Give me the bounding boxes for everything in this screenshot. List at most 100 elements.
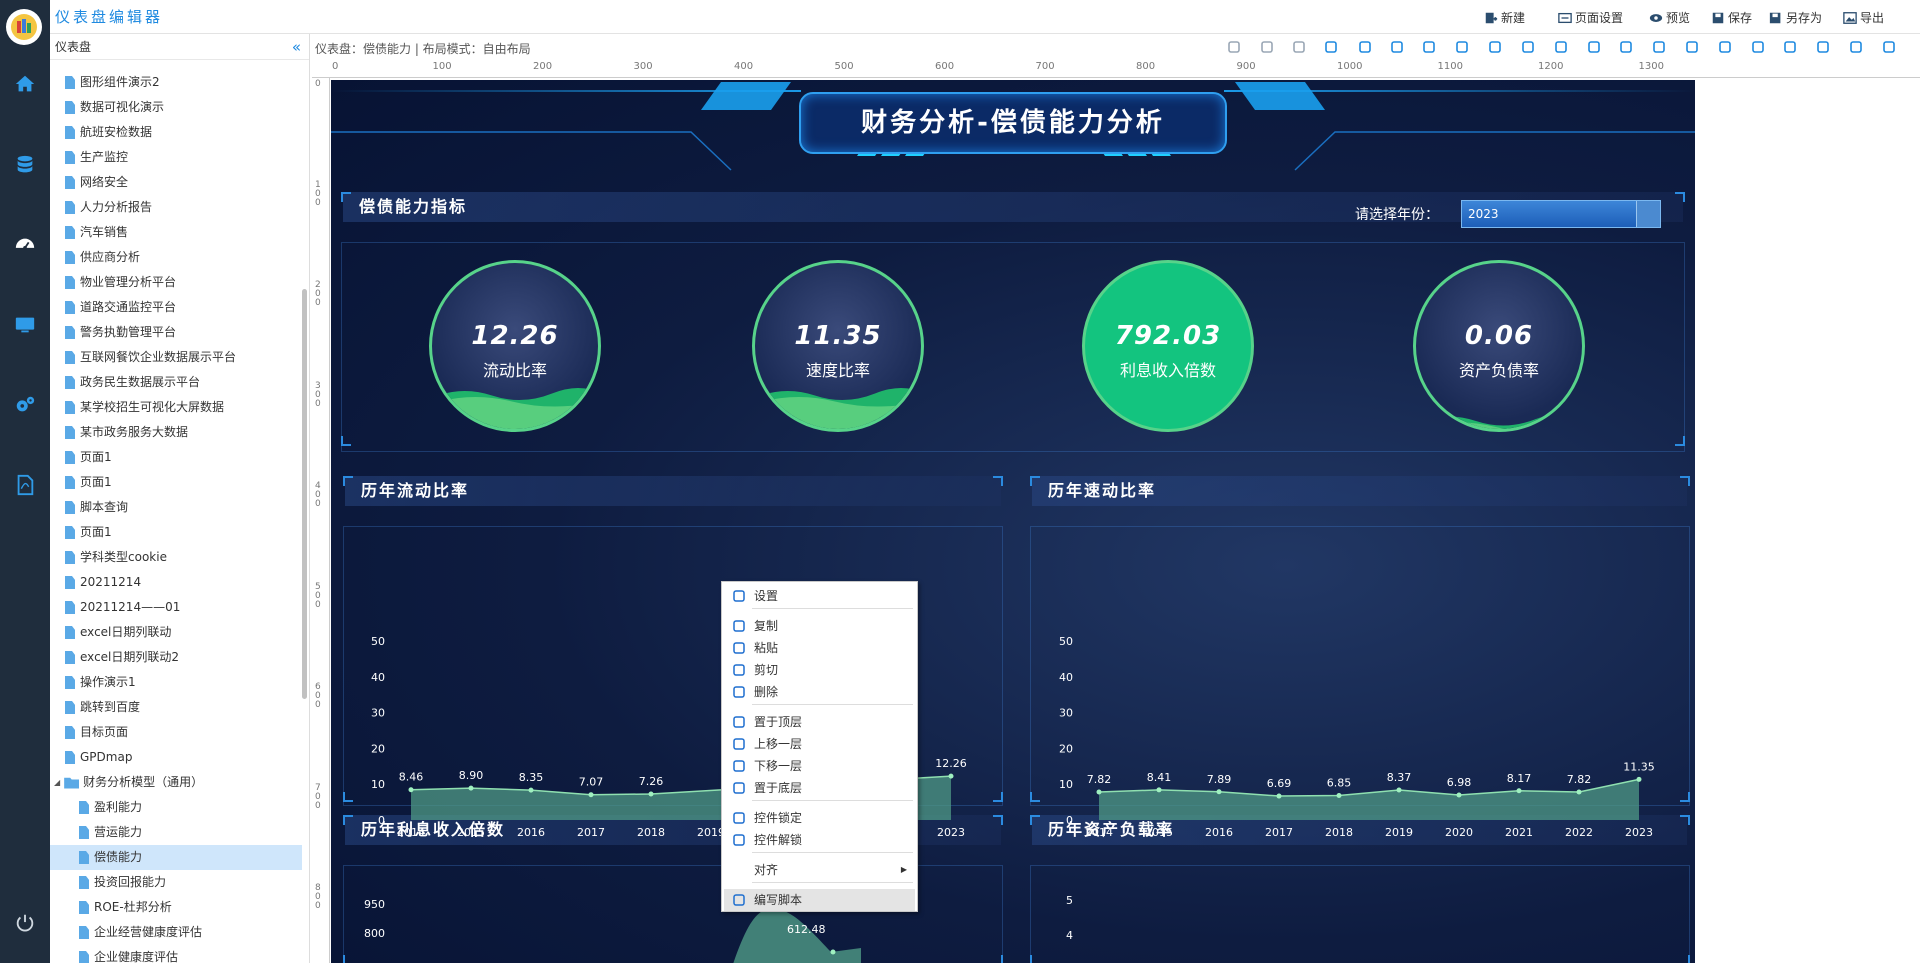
power-icon[interactable] (0, 903, 50, 943)
new-button[interactable]: 新建 (1484, 9, 1525, 26)
gauge-1[interactable]: 11.35 速度比率 (752, 260, 924, 432)
save-as-button[interactable]: 另存为 (1769, 9, 1822, 26)
tree-item[interactable]: 页面1 (50, 520, 302, 545)
cut-icon[interactable] (1357, 39, 1373, 55)
menu-item-unlock[interactable]: 控件解锁 (724, 829, 915, 851)
preview-button[interactable]: 预览 (1649, 9, 1690, 26)
tree-item[interactable]: 供应商分析 (50, 245, 302, 270)
tree-item[interactable]: 企业健康度评估 (50, 945, 302, 963)
tree-item[interactable]: 政务民生数据展示平台 (50, 370, 302, 395)
tree-scrollbar[interactable] (302, 289, 307, 699)
data-point[interactable] (830, 949, 836, 955)
data-point[interactable] (1576, 789, 1582, 795)
unlock-icon[interactable] (1454, 39, 1470, 55)
gauge-2[interactable]: 792.03 利息收入倍数 (1082, 260, 1254, 432)
data-point[interactable] (468, 785, 474, 791)
menu-item-move-down[interactable]: 下移一层 (724, 755, 915, 777)
move-down-icon[interactable] (1651, 39, 1667, 55)
tree-item[interactable]: 企业经营健康度评估 (50, 920, 302, 945)
tree-item[interactable]: 航班安检数据 (50, 120, 302, 145)
data-point[interactable] (1216, 789, 1222, 795)
align-left-icon[interactable] (1717, 39, 1733, 55)
zoom-in-icon[interactable] (1487, 39, 1503, 55)
align-center-icon[interactable] (1750, 39, 1766, 55)
menu-item-lock[interactable]: 控件锁定 (724, 807, 915, 829)
tree-item[interactable]: 操作演示1 (50, 670, 302, 695)
tree-item[interactable]: excel日期列联动 (50, 620, 302, 645)
lock-icon[interactable] (1421, 39, 1437, 55)
pdf-icon[interactable] (0, 465, 50, 505)
tree-item[interactable]: 道路交通监控平台 (50, 295, 302, 320)
dashboard-title[interactable]: 财务分析-偿债能力分析 (799, 92, 1227, 154)
tree-item[interactable]: 人力分析报告 (50, 195, 302, 220)
data-point[interactable] (1396, 787, 1402, 793)
menu-item-cut[interactable]: 剪切 (724, 659, 915, 681)
tree-item[interactable]: GPDmap (50, 745, 302, 770)
data-point[interactable] (648, 791, 654, 797)
data-point[interactable] (1456, 792, 1462, 798)
tree-item[interactable]: 页面1 (50, 445, 302, 470)
tree-item[interactable]: 物业管理分析平台 (50, 270, 302, 295)
menu-item-align[interactable]: 对齐 ▶ (724, 859, 915, 881)
tree-item[interactable]: 投资回报能力 (50, 870, 302, 895)
tree-item[interactable]: 某市政务服务大数据 (50, 420, 302, 445)
data-point[interactable] (408, 787, 414, 793)
data-point[interactable] (1516, 788, 1522, 794)
tree-item[interactable]: 数据可视化演示 (50, 95, 302, 120)
menu-item-bring-to-front[interactable]: 置于顶层 (724, 711, 915, 733)
redo-icon[interactable] (1291, 39, 1307, 55)
home-icon[interactable] (0, 64, 50, 104)
delete-icon[interactable] (1553, 39, 1569, 55)
paste-icon[interactable] (1389, 39, 1405, 55)
data-point[interactable] (1096, 789, 1102, 795)
menu-item-copy[interactable]: 复制 (724, 615, 915, 637)
export-button[interactable]: 导出 (1843, 9, 1884, 26)
dashboard-icon[interactable] (0, 226, 50, 266)
data-point[interactable] (1636, 776, 1642, 782)
tree-item[interactable]: 目标页面 (50, 720, 302, 745)
menu-item-paste[interactable]: 粘贴 (724, 637, 915, 659)
collapse-panel-icon[interactable]: « (292, 34, 301, 60)
settings-gears-icon[interactable] (0, 385, 50, 425)
data-point[interactable] (528, 787, 534, 793)
tree-item[interactable]: 生产监控 (50, 145, 302, 170)
align-middle-icon[interactable] (1848, 39, 1864, 55)
tree-item[interactable]: 某学校招生可视化大屏数据 (50, 395, 302, 420)
gauge-0[interactable]: 12.26 流动比率 (429, 260, 601, 432)
tree-item[interactable]: ◢ 财务分析模型（通用） (50, 770, 302, 795)
send-back-icon[interactable] (1684, 39, 1700, 55)
align-right-icon[interactable] (1782, 39, 1798, 55)
tree-item[interactable]: 网络安全 (50, 170, 302, 195)
chevron-down-icon[interactable] (1636, 201, 1660, 227)
tree-item[interactable]: 互联网餐饮企业数据展示平台 (50, 345, 302, 370)
link-icon[interactable] (1226, 39, 1242, 55)
database-icon[interactable] (0, 145, 50, 185)
tree-item[interactable]: 营运能力 (50, 820, 302, 845)
move-up-icon[interactable] (1618, 39, 1634, 55)
asset-liability-chart[interactable]: 45 (1039, 880, 1689, 963)
zoom-out-icon[interactable] (1520, 39, 1536, 55)
menu-item-send-to-back[interactable]: 置于底层 (724, 777, 915, 799)
align-top-icon[interactable] (1815, 39, 1831, 55)
tree-item[interactable]: 20211214 (50, 570, 302, 595)
bring-front-icon[interactable] (1586, 39, 1602, 55)
tree-item[interactable]: ROE-杜邦分析 (50, 895, 302, 920)
menu-item-settings[interactable]: 设置 (724, 585, 915, 607)
tree-item[interactable]: 汽车销售 (50, 220, 302, 245)
menu-item-move-up[interactable]: 上移一层 (724, 733, 915, 755)
tree-item[interactable]: 警务执勤管理平台 (50, 320, 302, 345)
undo-icon[interactable] (1259, 39, 1275, 55)
align-bottom-icon[interactable] (1881, 39, 1897, 55)
expand-arrow-icon[interactable]: ◢ (54, 770, 60, 795)
year-select[interactable]: 2023 (1461, 200, 1661, 228)
data-point[interactable] (1156, 787, 1162, 793)
tree-item[interactable]: 图形组件演示2 (50, 70, 302, 95)
data-point[interactable] (1276, 793, 1282, 799)
quick-ratio-chart[interactable]: 0 10 20 30 40 50 7.82 8.41 7.89 6.69 6.85 8.37 6.98 8… (1039, 550, 1689, 850)
dashboard-canvas[interactable]: 财务分析-偿债能力分析 偿债能力指标 请选择年份： 2023 12.26 流动比率… (331, 80, 1695, 963)
tree-item[interactable]: 跳转到百度 (50, 695, 302, 720)
tree-item[interactable]: 盈利能力 (50, 795, 302, 820)
tree-item[interactable]: 偿债能力 (50, 845, 302, 870)
menu-item-delete[interactable]: 删除 (724, 681, 915, 703)
tree-item[interactable]: 学科类型cookie (50, 545, 302, 570)
